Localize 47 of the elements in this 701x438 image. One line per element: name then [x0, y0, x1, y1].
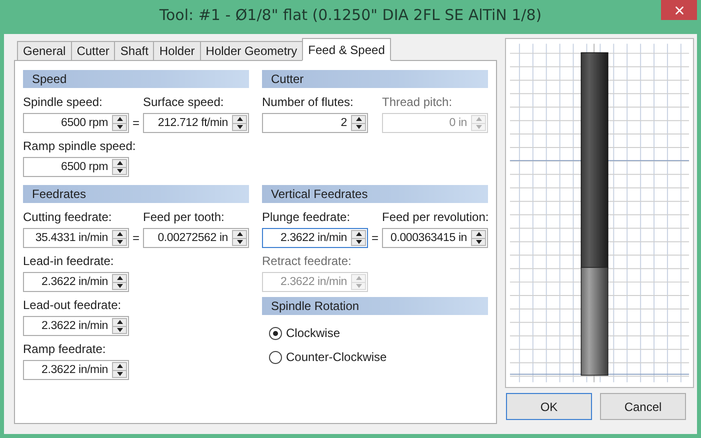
tab[interactable]: Cutter [70, 41, 116, 60]
field-label: Plunge feedrate: [262, 209, 350, 225]
field-label: Ramp feedrate: [23, 341, 106, 357]
spin-field[interactable]: 2 [262, 113, 368, 133]
field-label: Retract feedrate: [262, 253, 352, 269]
section-title: Feedrates [32, 187, 86, 201]
spin-field[interactable]: 35.4331 in/min [23, 228, 129, 248]
radio-button[interactable] [269, 326, 282, 340]
field-label: Lead-out feedrate: [23, 297, 122, 313]
field-label: Feed per tooth: [143, 209, 224, 225]
window-title: Tool: #1 - Ø1/8" flat (0.1250" DIA 2FL SE AlTiN 1/8) [159, 6, 542, 24]
spin-field[interactable]: 212.712 ft/min [143, 113, 249, 133]
close-icon [672, 4, 686, 16]
field-label: Number of flutes: [262, 94, 354, 110]
spin-field[interactable]: 2.3622 in/min [23, 360, 129, 380]
spin-field[interactable]: 2.3622 in/min [23, 316, 129, 336]
field-label: Ramp spindle speed: [23, 138, 136, 154]
equals-sign: = [131, 115, 140, 132]
field-label: Cutting feedrate: [23, 209, 112, 225]
dialog-button[interactable]: Cancel [600, 393, 686, 420]
tab[interactable]: Holder Geometry [200, 41, 304, 60]
spin-field[interactable]: 6500 rpm [23, 157, 129, 177]
tab[interactable]: Feed & Speed [302, 38, 391, 61]
equals-sign: = [131, 230, 140, 247]
field-label: Surface speed: [143, 94, 224, 110]
tab[interactable]: Holder [153, 41, 201, 60]
radio-label[interactable]: Counter-Clockwise [286, 350, 387, 364]
spin-field[interactable]: 0.000363415 in [382, 228, 488, 248]
section-title: Speed [32, 72, 67, 86]
dialog-button[interactable]: OK [506, 393, 592, 420]
section-title: Vertical Feedrates [271, 187, 368, 201]
equals-sign: = [370, 230, 380, 247]
field-label: Feed per revolution: [382, 209, 489, 225]
spin-field[interactable]: 2.3622 in/min [23, 272, 129, 292]
radio-button[interactable] [269, 350, 282, 364]
radio-label[interactable]: Clockwise [286, 326, 340, 340]
spin-field[interactable]: 0.00272562 in [143, 228, 249, 248]
tab[interactable]: General [17, 41, 72, 60]
tab[interactable]: Shaft [114, 41, 154, 60]
section-title: Cutter [271, 72, 304, 86]
spin-field[interactable]: 6500 rpm [23, 113, 129, 133]
section-title: Spindle Rotation [271, 299, 360, 313]
field-label: Lead-in feedrate: [23, 253, 114, 269]
field-label: Thread pitch: [382, 94, 452, 110]
close-button[interactable] [661, 0, 697, 20]
spin-field[interactable]: 2.3622 in/min [262, 228, 368, 248]
field-label: Spindle speed: [23, 94, 102, 110]
